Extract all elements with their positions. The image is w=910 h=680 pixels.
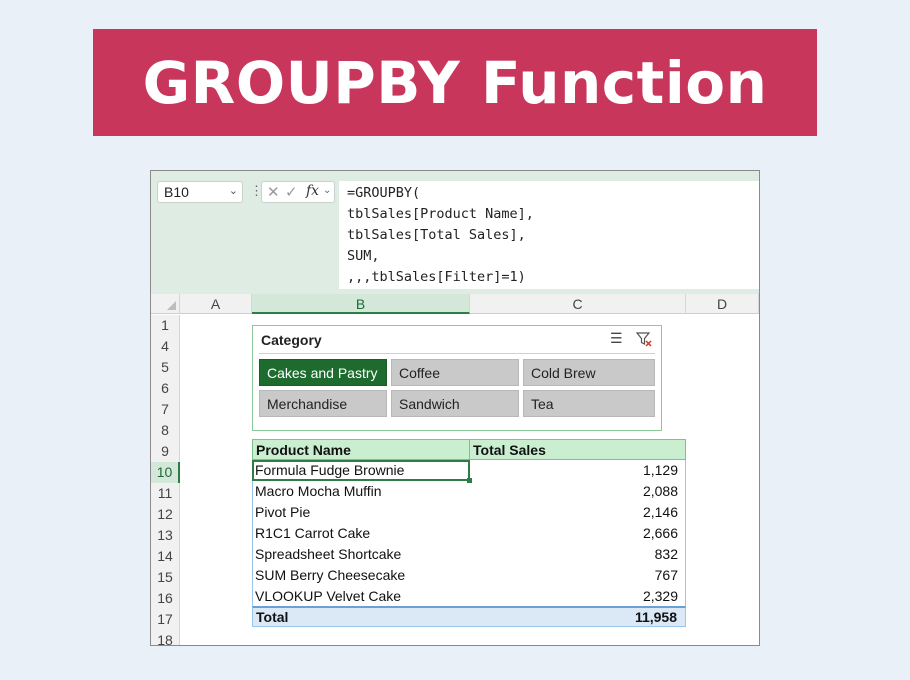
active-cell-b10[interactable] xyxy=(252,460,470,481)
product-name-cell: SUM Berry Cheesecake xyxy=(255,567,406,583)
chevron-down-icon[interactable]: ⌄ xyxy=(323,185,331,196)
total-sales-cell: 1,129 xyxy=(642,462,678,478)
total-value: 11,958 xyxy=(634,609,677,625)
column-header-d[interactable]: D xyxy=(686,294,759,314)
formula-line: SUM, xyxy=(347,248,380,264)
slicer-item-cold-brew[interactable]: Cold Brew xyxy=(523,359,655,386)
product-name-cell: Macro Mocha Muffin xyxy=(255,483,382,499)
total-sales-cell: 2,088 xyxy=(642,483,678,499)
row-header-selected[interactable]: 10 xyxy=(151,462,180,483)
row-header[interactable]: 1 xyxy=(151,315,180,336)
total-sales-cell: 2,666 xyxy=(642,525,678,541)
product-name-cell: VLOOKUP Velvet Cake xyxy=(255,588,402,604)
formula-line: ,,,tblSales[Filter]=1) xyxy=(347,269,526,285)
cancel-icon[interactable]: ✕ xyxy=(267,183,280,201)
table-header-product-name[interactable]: Product Name xyxy=(252,439,470,460)
row-header[interactable]: 12 xyxy=(151,504,180,525)
total-sales-cell: 2,329 xyxy=(642,588,678,604)
formula-buttons: ✕ ✓ fx ⌄ xyxy=(261,181,335,203)
table-total-row[interactable]: Total 11,958 xyxy=(252,606,686,627)
total-label: Total xyxy=(256,609,289,625)
confirm-icon[interactable]: ✓ xyxy=(285,183,298,201)
slicer-title: Category xyxy=(261,332,322,348)
banner-title: GROUPBY Function xyxy=(142,48,768,117)
total-sales-cell: 767 xyxy=(654,567,678,583)
chevron-down-icon[interactable]: ⌄ xyxy=(229,184,238,197)
formula-line: tblSales[Product Name], xyxy=(347,206,534,222)
row-header[interactable]: 13 xyxy=(151,525,180,546)
product-name-cell: Spreadsheet Shortcake xyxy=(255,546,402,562)
table-row[interactable]: Spreadsheet Shortcake 832 xyxy=(252,544,686,565)
name-box-value: B10 xyxy=(164,184,189,200)
row-header[interactable]: 8 xyxy=(151,420,180,441)
slicer-item-coffee[interactable]: Coffee xyxy=(391,359,519,386)
product-name-cell: R1C1 Carrot Cake xyxy=(255,525,371,541)
formula-line: =GROUPBY( xyxy=(347,185,421,201)
row-header[interactable]: 15 xyxy=(151,567,180,588)
fill-handle[interactable] xyxy=(467,478,472,483)
slicer-item-sandwich[interactable]: Sandwich xyxy=(391,390,519,417)
spreadsheet-grid: A B C D 1 4 5 6 7 8 9 10 11 12 13 14 15 … xyxy=(151,294,759,645)
table-header-total-sales[interactable]: Total Sales xyxy=(469,439,686,460)
slicer-item-tea[interactable]: Tea xyxy=(523,390,655,417)
row-header[interactable]: 17 xyxy=(151,609,180,630)
select-all-icon xyxy=(167,301,176,310)
formula-input[interactable]: =GROUPBY( tblSales[Product Name], tblSales… xyxy=(339,181,759,289)
slicer-item-merchandise[interactable]: Merchandise xyxy=(259,390,387,417)
name-box[interactable]: B10 ⌄ xyxy=(157,181,243,203)
row-header[interactable]: 5 xyxy=(151,357,180,378)
row-header[interactable]: 4 xyxy=(151,336,180,357)
column-header-c[interactable]: C xyxy=(470,294,686,314)
insert-function-icon[interactable]: fx xyxy=(306,183,319,199)
row-header[interactable]: 18 xyxy=(151,630,180,645)
formula-line: tblSales[Total Sales], xyxy=(347,227,526,243)
table-row[interactable]: Pivot Pie 2,146 xyxy=(252,502,686,523)
select-all-corner[interactable] xyxy=(151,294,180,314)
row-header[interactable]: 7 xyxy=(151,399,180,420)
product-name-cell: Pivot Pie xyxy=(255,504,311,520)
table-row[interactable]: VLOOKUP Velvet Cake 2,329 xyxy=(252,586,686,607)
multi-select-icon[interactable]: ☰ xyxy=(610,330,623,347)
row-header[interactable]: 6 xyxy=(151,378,180,399)
excel-window: B10 ⌄ ⋮ ✕ ✓ fx ⌄ =GROUPBY(tblSales[Produ… xyxy=(150,170,760,646)
column-header-a[interactable]: A xyxy=(180,294,252,314)
row-header[interactable]: 9 xyxy=(151,441,180,462)
table-row[interactable]: R1C1 Carrot Cake 2,666 xyxy=(252,523,686,544)
category-slicer: Category ☰ Cakes and Pastry Coffee Cold … xyxy=(252,325,662,431)
slicer-item-cakes-and-pastry[interactable]: Cakes and Pastry xyxy=(259,359,387,386)
row-header[interactable]: 11 xyxy=(151,483,180,504)
title-banner: GROUPBY Function xyxy=(93,29,817,136)
total-sales-cell: 2,146 xyxy=(642,504,678,520)
clear-filter-icon[interactable] xyxy=(636,331,652,347)
column-header-b[interactable]: B xyxy=(252,294,470,314)
row-header[interactable]: 16 xyxy=(151,588,180,609)
formula-bar-area: B10 ⌄ ⋮ ✕ ✓ fx ⌄ =GROUPBY(tblSales[Produ… xyxy=(151,171,759,294)
slicer-divider xyxy=(259,353,655,354)
total-sales-cell: 832 xyxy=(654,546,678,562)
table-row[interactable]: Macro Mocha Muffin 2,088 xyxy=(252,481,686,502)
row-header[interactable]: 14 xyxy=(151,546,180,567)
table-row[interactable]: SUM Berry Cheesecake 767 xyxy=(252,565,686,586)
